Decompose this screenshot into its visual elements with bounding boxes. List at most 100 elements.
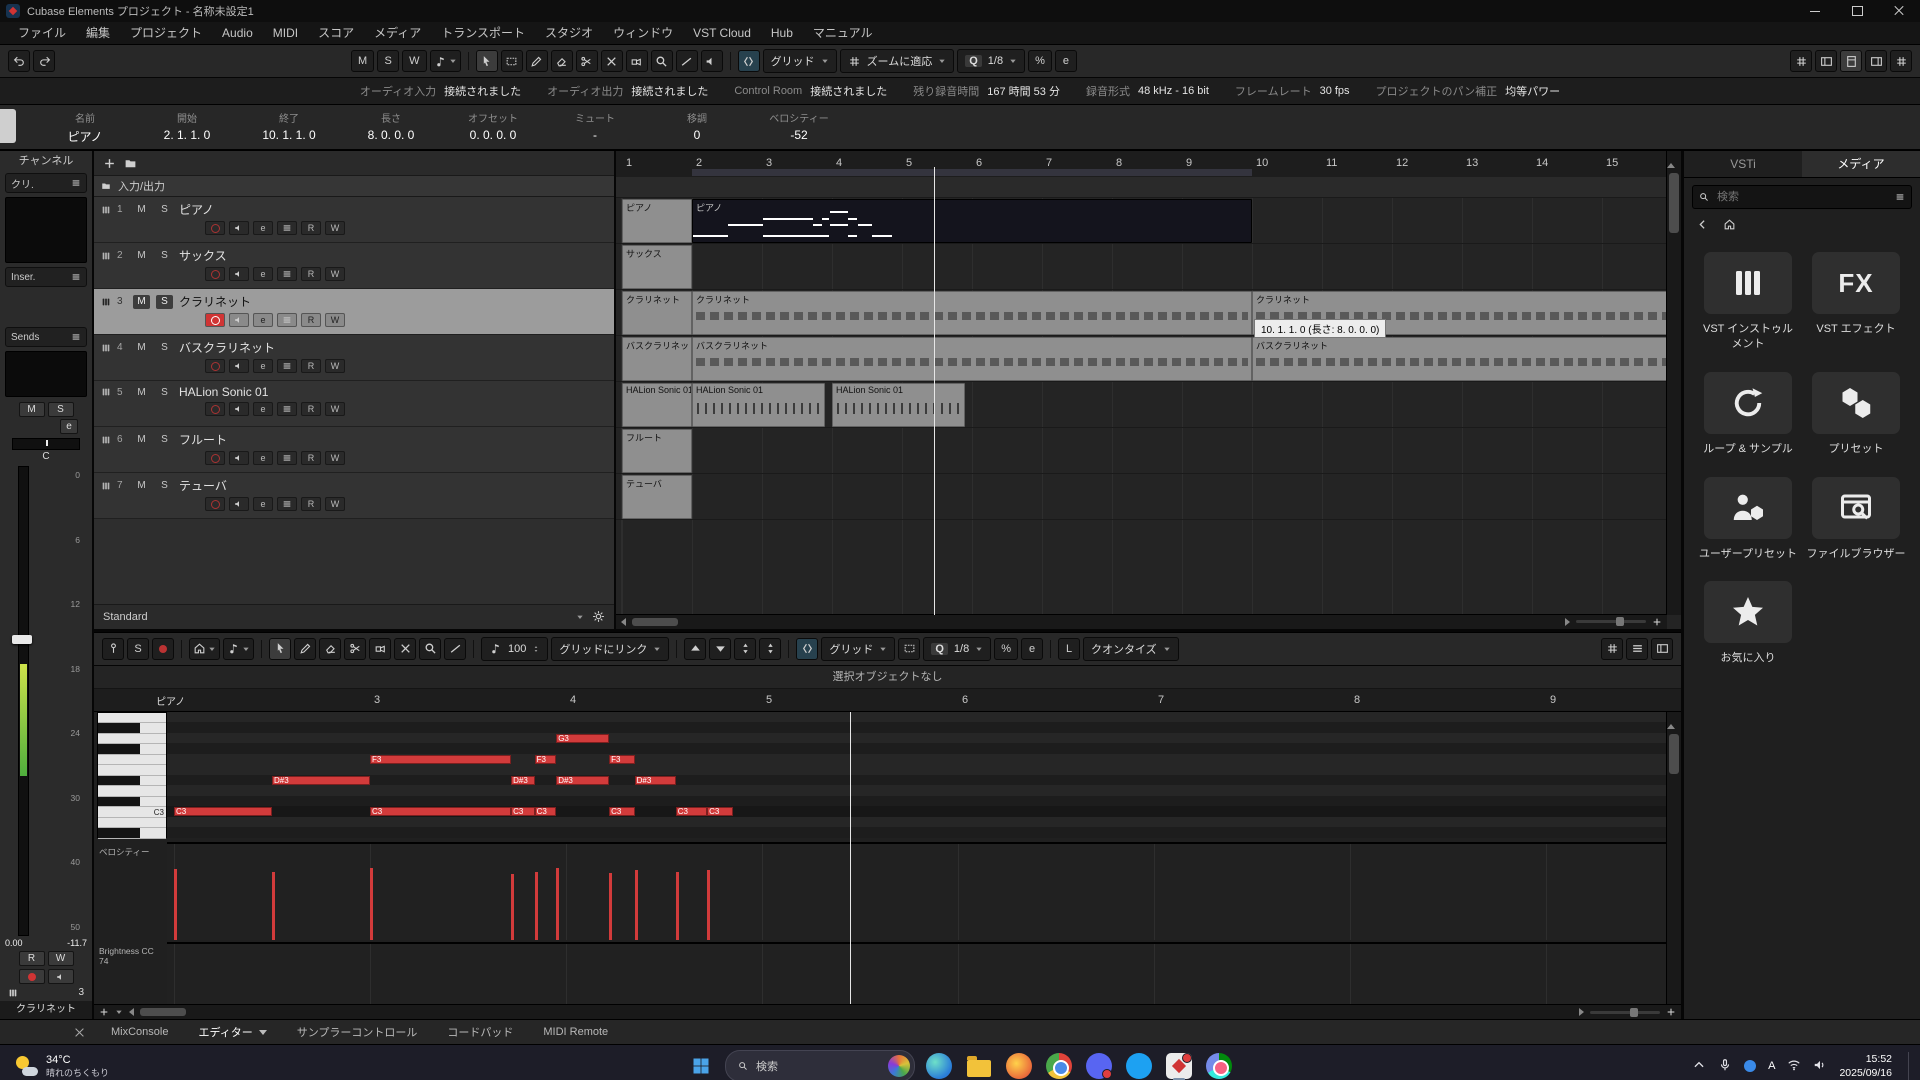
velocity-bar[interactable] (556, 868, 559, 940)
editor-zoom-slider[interactable] (1590, 1011, 1660, 1014)
editor-note-display[interactable]: C3 C3D#3F3C3D#3C3F3C3G3D#3F3C3D#3C3C3 ベロ… (94, 712, 1681, 1004)
track-solo-button[interactable]: S (156, 341, 173, 355)
track-read-button[interactable]: R (301, 221, 321, 235)
tray-mic-icon[interactable] (1718, 1058, 1732, 1075)
media-tile[interactable]: ファイルブラウザー (1806, 477, 1906, 562)
track-edit-button[interactable]: e (253, 359, 273, 373)
midi-note[interactable]: F3 (370, 755, 511, 764)
track-read-button[interactable]: R (301, 497, 321, 511)
vscroll-thumb[interactable] (1669, 173, 1679, 233)
midi-part[interactable]: バスクラリネット (692, 337, 1252, 381)
midi-part[interactable]: HALion Sonic 01 (692, 383, 825, 427)
quantize-panel-dropdown[interactable]: クオンタイズ (1083, 637, 1179, 661)
maximize-button[interactable] (1836, 0, 1878, 22)
zoom-slider[interactable] (1576, 620, 1646, 623)
velocity-bar[interactable] (676, 872, 679, 940)
midi-note[interactable]: D#3 (272, 776, 370, 785)
grid-type-dropdown[interactable]: グリッド (763, 49, 837, 73)
pan-control[interactable] (12, 438, 80, 450)
info-field[interactable]: 移調 0 (646, 105, 748, 149)
io-folder-track[interactable]: 入力/出力 (94, 176, 614, 197)
velocity-bar[interactable] (174, 869, 177, 940)
zoom-in-icon[interactable] (1652, 617, 1662, 627)
status-item[interactable]: オーディオ入力 接続されました (360, 83, 521, 99)
toggle-lower-zone-button[interactable] (1840, 50, 1862, 72)
event-display[interactable]: 123456789101112131415 ピアノピアノサックスクラリネットクラ… (616, 151, 1681, 629)
track-mute-button[interactable]: M (133, 341, 150, 355)
arrange-body[interactable]: ピアノピアノサックスクラリネットクラリネットクラリネットバスクラリネットバスクラ… (616, 177, 1667, 615)
track-monitor-button[interactable] (229, 267, 249, 281)
status-item[interactable]: Control Room 接続されました (734, 83, 887, 99)
taskbar-app-twitter[interactable] (1123, 1050, 1155, 1080)
swing-button[interactable]: % (1028, 50, 1052, 72)
length-q-button[interactable]: L (1058, 638, 1080, 660)
track-mute-button[interactable]: M (133, 479, 150, 493)
velocity-bar[interactable] (535, 872, 538, 940)
velocity-bar[interactable] (511, 874, 514, 940)
editor-split-tool[interactable] (344, 638, 366, 660)
split-tool[interactable] (576, 50, 598, 72)
track-instrument-button[interactable] (277, 497, 297, 511)
track-solo-button[interactable]: S (156, 203, 173, 217)
track-write-button[interactable]: W (325, 451, 345, 465)
minimize-button[interactable] (1794, 0, 1836, 22)
info-field[interactable]: ミュート - (544, 105, 646, 149)
glue-tool[interactable] (626, 50, 648, 72)
track-row[interactable]: 6 M S フルート e R W (94, 427, 614, 473)
volume-icon[interactable] (1813, 1058, 1827, 1075)
track-row[interactable]: 1 M S ピアノ e R W (94, 197, 614, 243)
arrange-lane[interactable]: テューバ (616, 474, 1667, 520)
info-field[interactable]: 終了 10. 1. 1. 0 (238, 105, 340, 149)
arrangement-ruler[interactable]: 123456789101112131415 (616, 151, 1667, 178)
track-edit-button[interactable]: e (253, 313, 273, 327)
solo-editor-button[interactable]: S (127, 638, 149, 660)
settings-gear-icon[interactable] (592, 610, 605, 623)
track-record-button[interactable] (205, 451, 225, 465)
channel-read-button[interactable]: R (19, 951, 45, 966)
velocity-bar[interactable] (635, 870, 638, 940)
track-solo-button[interactable]: S (156, 433, 173, 447)
taskbar-app-firefox[interactable] (1003, 1050, 1035, 1080)
midi-note[interactable]: C3 (370, 807, 511, 816)
line-tool[interactable] (676, 50, 698, 72)
status-item[interactable]: 録音形式 48 kHz - 16 bit (1086, 83, 1209, 99)
track-instrument-button[interactable] (277, 313, 297, 327)
global-state-button[interactable]: W (402, 50, 426, 72)
quantize-preset-dropdown[interactable]: Q1/8 (957, 49, 1025, 73)
editor-glue-tool[interactable] (369, 638, 391, 660)
track-edit-button[interactable]: e (253, 267, 273, 281)
midi-note[interactable]: C3 (174, 807, 272, 816)
channel-edit-button[interactable]: e (60, 419, 78, 434)
fader-handle[interactable] (12, 635, 32, 644)
taskbar-app-cubase[interactable] (1163, 1050, 1195, 1080)
channel-record-button[interactable] (19, 969, 45, 984)
arrange-lane[interactable]: サックス (616, 244, 1667, 290)
editor-hscroll-thumb[interactable] (140, 1008, 186, 1016)
midi-note[interactable]: C3 (707, 807, 732, 816)
midi-part[interactable]: フルート (622, 429, 692, 473)
info-field[interactable]: 名前 ピアノ (34, 105, 136, 149)
right-zone-tab[interactable]: メディア (1802, 151, 1920, 177)
channel-write-button[interactable]: W (48, 951, 74, 966)
arrange-lane[interactable]: ピアノピアノ (616, 198, 1667, 244)
info-field[interactable]: 長さ 8. 0. 0. 0 (340, 105, 442, 149)
track-row[interactable]: 3 M S クラリネット e R W (94, 289, 614, 335)
track-read-button[interactable]: R (301, 267, 321, 281)
menu-item[interactable]: プロジェクト (120, 22, 212, 44)
status-item[interactable]: プロジェクトのパン補正 均等パワー (1376, 83, 1561, 99)
info-line-handle[interactable] (0, 109, 16, 143)
arrange-lane[interactable]: クラリネットクラリネットクラリネット (616, 290, 1667, 336)
media-tile[interactable]: ループ & サンプル (1698, 372, 1798, 457)
track-record-button[interactable] (205, 402, 225, 416)
track-instrument-button[interactable] (277, 402, 297, 416)
move-up-button[interactable] (684, 638, 706, 660)
track-write-button[interactable]: W (325, 313, 345, 327)
status-item[interactable]: オーディオ出力 接続されました (547, 83, 708, 99)
track-instrument-button[interactable] (277, 451, 297, 465)
taskbar-clock[interactable]: 15:52 2025/09/16 (1839, 1052, 1892, 1080)
editor-display-button[interactable] (1601, 638, 1623, 660)
track-edit-button[interactable]: e (253, 451, 273, 465)
track-solo-button[interactable]: S (156, 385, 173, 399)
global-state-button[interactable]: S (377, 50, 399, 72)
track-row[interactable]: 5 M S HALion Sonic 01 e R (94, 381, 614, 427)
